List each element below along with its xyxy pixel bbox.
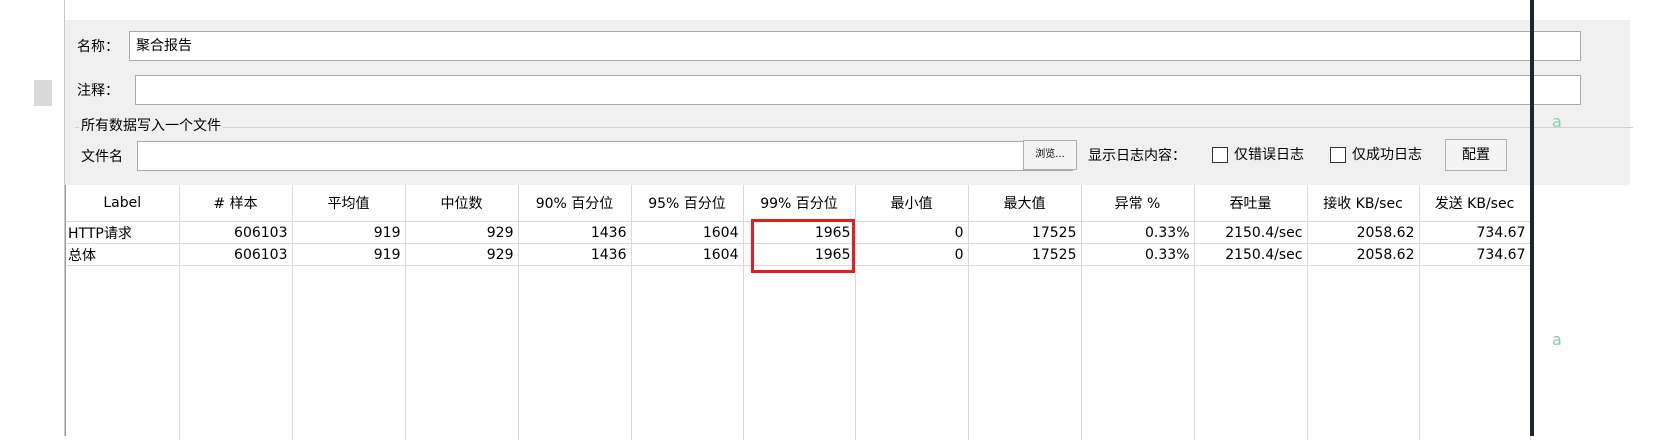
edge-glyph: a — [1552, 112, 1562, 131]
table-cell: 17525 — [968, 244, 1081, 266]
column-header[interactable]: 吞吐量 — [1194, 185, 1307, 222]
name-value: 聚合报告 — [136, 38, 192, 54]
table-cell: 919 — [292, 222, 405, 244]
results-table-area: Label # 样本 平均值 中位数 90% 百分位 95% 百分位 99% 百… — [65, 185, 1630, 436]
edge-glyph: a — [1552, 330, 1562, 349]
column-header[interactable]: 平均值 — [292, 185, 405, 222]
group-border — [75, 127, 1633, 128]
column-header[interactable]: 最小值 — [855, 185, 968, 222]
table-row[interactable]: 总体 606103 919 929 1436 1604 1965 0 17525… — [66, 244, 1530, 266]
comment-field[interactable] — [135, 75, 1581, 105]
table-cell: 2058.62 — [1307, 244, 1419, 266]
filename-field[interactable] — [137, 141, 1073, 171]
table-cell: 0 — [855, 244, 968, 266]
table-cell: 1436 — [518, 222, 631, 244]
column-header[interactable]: # 样本 — [179, 185, 292, 222]
table-cell: HTTP请求 — [66, 222, 179, 244]
table-cell: 2150.4/sec — [1194, 222, 1307, 244]
show-log-label: 显示日志内容： — [1088, 147, 1186, 165]
column-header[interactable]: Label — [66, 185, 179, 222]
table-cell: 0.33% — [1081, 222, 1194, 244]
success-only-checkbox[interactable] — [1330, 147, 1346, 163]
errors-only-label: 仅错误日志 — [1234, 146, 1304, 164]
column-header[interactable]: 异常 % — [1081, 185, 1194, 222]
results-table: Label # 样本 平均值 中位数 90% 百分位 95% 百分位 99% 百… — [66, 185, 1531, 440]
table-cell: 2150.4/sec — [1194, 244, 1307, 266]
comment-label: 注释： — [77, 82, 119, 100]
column-header[interactable]: 99% 百分位 — [743, 185, 855, 222]
table-cell: 929 — [405, 244, 518, 266]
table-cell: 2058.62 — [1307, 222, 1419, 244]
column-header[interactable]: 接收 KB/sec — [1307, 185, 1419, 222]
left-selection-marker — [34, 80, 52, 106]
table-cell: 929 — [405, 222, 518, 244]
empty-table-area — [66, 266, 1530, 440]
column-header[interactable]: 中位数 — [405, 185, 518, 222]
table-cell: 17525 — [968, 222, 1081, 244]
table-cell: 1436 — [518, 244, 631, 266]
table-cell: 919 — [292, 244, 405, 266]
group-title: 所有数据写入一个文件 — [79, 116, 223, 136]
filename-label: 文件名 — [81, 148, 123, 166]
table-row[interactable]: HTTP请求 606103 919 929 1436 1604 1965 0 1… — [66, 222, 1530, 244]
table-cell: 1965 — [743, 222, 855, 244]
config-button[interactable]: 配置 — [1445, 139, 1507, 171]
table-cell: 1965 — [743, 244, 855, 266]
success-only-label: 仅成功日志 — [1352, 146, 1422, 164]
left-gutter — [0, 0, 65, 436]
column-header[interactable]: 最大值 — [968, 185, 1081, 222]
table-cell: 734.67 — [1419, 244, 1530, 266]
errors-only-checkbox[interactable] — [1212, 147, 1228, 163]
table-cell: 1604 — [631, 244, 743, 266]
name-label: 名称： — [77, 38, 119, 56]
table-cell: 606103 — [179, 222, 292, 244]
column-header[interactable]: 90% 百分位 — [518, 185, 631, 222]
right-dark-edge — [1530, 0, 1534, 436]
table-header-row: Label # 样本 平均值 中位数 90% 百分位 95% 百分位 99% 百… — [66, 185, 1530, 222]
table-cell: 734.67 — [1419, 222, 1530, 244]
column-header[interactable]: 95% 百分位 — [631, 185, 743, 222]
table-cell: 606103 — [179, 244, 292, 266]
table-cell: 1604 — [631, 222, 743, 244]
table-cell: 0.33% — [1081, 244, 1194, 266]
table-cell: 总体 — [66, 244, 179, 266]
name-field[interactable]: 聚合报告 — [129, 31, 1581, 61]
browse-button[interactable]: 浏览... — [1023, 140, 1077, 170]
table-cell: 0 — [855, 222, 968, 244]
column-header[interactable]: 发送 KB/sec — [1419, 185, 1530, 222]
